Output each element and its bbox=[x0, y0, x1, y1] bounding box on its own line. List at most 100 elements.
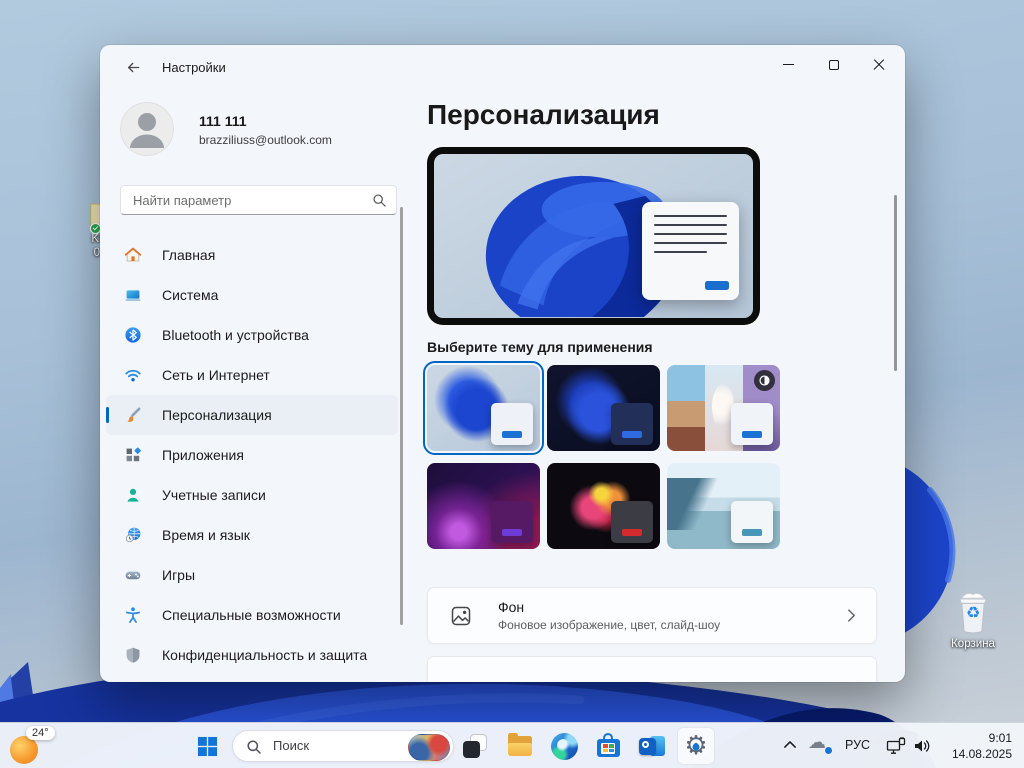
maximize-button[interactable] bbox=[811, 49, 856, 80]
edge-icon bbox=[551, 733, 578, 760]
settings-search-input[interactable] bbox=[121, 186, 396, 214]
theme-preview-screen bbox=[434, 154, 753, 318]
person-icon bbox=[120, 102, 174, 156]
sidebar-item-accessibility[interactable]: Специальные возможности bbox=[106, 595, 398, 635]
outlook-icon bbox=[639, 733, 666, 760]
sidebar-item-network[interactable]: Сеть и Интернет bbox=[106, 355, 398, 395]
image-icon bbox=[450, 605, 472, 627]
search-icon bbox=[372, 193, 387, 208]
theme-thumbnail-contrast[interactable] bbox=[667, 365, 780, 451]
sidebar-item-label: Конфиденциальность и защита bbox=[162, 647, 367, 663]
gamepad-icon bbox=[124, 566, 142, 584]
task-view-icon bbox=[462, 733, 488, 759]
windows-logo-icon bbox=[197, 736, 218, 757]
sample-text-line bbox=[654, 215, 727, 217]
sidebar-item-label: Персонализация bbox=[162, 407, 272, 423]
clock[interactable]: 9:01 14.08.2025 bbox=[934, 730, 1012, 762]
content-scrollbar[interactable] bbox=[894, 195, 897, 371]
theme-panel bbox=[667, 365, 705, 451]
start-button[interactable] bbox=[188, 727, 226, 765]
tray-chevron-up-icon[interactable] bbox=[782, 737, 798, 753]
back-arrow-icon bbox=[126, 60, 141, 75]
personalization-icon bbox=[124, 406, 142, 424]
settings-app-button[interactable]: ⚙ bbox=[677, 727, 715, 765]
sidebar-item-personalization[interactable]: Персонализация bbox=[106, 395, 398, 435]
theme-thumbnail-lake[interactable] bbox=[667, 463, 780, 549]
close-icon bbox=[873, 59, 885, 71]
language-indicator[interactable]: РУС bbox=[845, 738, 870, 752]
sidebar-item-system[interactable]: Система bbox=[106, 275, 398, 315]
microsoft-store-button[interactable] bbox=[589, 727, 627, 765]
weather-temperature[interactable]: 24° bbox=[26, 726, 55, 740]
onedrive-status-badge bbox=[824, 746, 833, 755]
close-button[interactable] bbox=[856, 49, 901, 80]
sidebar-item-label: Учетные записи bbox=[162, 487, 266, 503]
sample-accent-button bbox=[705, 281, 729, 290]
sidebar-item-gaming[interactable]: Игры bbox=[106, 555, 398, 595]
sidebar-item-label: Игры bbox=[162, 567, 195, 583]
time-language-icon bbox=[124, 526, 142, 544]
sidebar-item-label: Специальные возможности bbox=[162, 607, 341, 623]
sidebar-item-apps[interactable]: Приложения bbox=[106, 435, 398, 475]
network-tray-icon[interactable] bbox=[886, 736, 906, 756]
theme-thumbnail-purple-glow[interactable] bbox=[427, 463, 540, 549]
onedrive-tray-icon[interactable]: ☁ bbox=[808, 732, 832, 756]
user-name: 111 111 bbox=[199, 113, 247, 129]
theme-accent-pill bbox=[742, 529, 762, 536]
chevron-right-icon bbox=[847, 608, 856, 623]
background-settings-card[interactable]: Фон Фоновое изображение, цвет, слайд-шоу bbox=[427, 587, 877, 644]
sidebar-item-label: Приложения bbox=[162, 447, 244, 463]
sidebar-item-bluetooth[interactable]: Bluetooth и устройства bbox=[106, 315, 398, 355]
sidebar-item-accounts[interactable]: Учетные записи bbox=[106, 475, 398, 515]
window-title: Настройки bbox=[162, 60, 226, 75]
card-title: Фон bbox=[498, 599, 524, 615]
next-settings-card-partial[interactable] bbox=[427, 656, 877, 682]
theme-thumbnail-light-bloom[interactable] bbox=[427, 365, 540, 451]
theme-accent-pill bbox=[622, 529, 642, 536]
sample-window-card bbox=[642, 202, 739, 300]
accounts-icon bbox=[124, 486, 142, 504]
sidebar-item-privacy[interactable]: Конфиденциальность и защита bbox=[106, 635, 398, 675]
sidebar-item-time-language[interactable]: Время и язык bbox=[106, 515, 398, 555]
page-title: Персонализация bbox=[427, 99, 660, 131]
sidebar-item-home[interactable]: Главная bbox=[106, 235, 398, 275]
sidebar-scrollbar[interactable] bbox=[400, 207, 403, 625]
task-view-button[interactable] bbox=[456, 727, 494, 765]
outlook-button[interactable] bbox=[633, 727, 671, 765]
sidebar-nav: Главная Система Bluetooth bbox=[106, 235, 400, 675]
file-explorer-button[interactable] bbox=[501, 727, 539, 765]
theme-thumbnail-dark-bloom[interactable] bbox=[547, 365, 660, 451]
minimize-icon bbox=[783, 64, 794, 65]
weather-widget-icon[interactable] bbox=[10, 736, 38, 764]
store-icon bbox=[596, 733, 621, 759]
theme-grid bbox=[427, 365, 787, 549]
tray-time: 9:01 bbox=[934, 730, 1012, 746]
edge-browser-button[interactable] bbox=[545, 727, 583, 765]
taskbar-search[interactable]: Поиск bbox=[232, 730, 454, 762]
folder-icon bbox=[507, 735, 533, 757]
theme-preview-card bbox=[611, 501, 653, 543]
theme-thumbnail-flower[interactable] bbox=[547, 463, 660, 549]
search-icon bbox=[246, 739, 262, 755]
minimize-button[interactable] bbox=[766, 49, 811, 80]
tray-date: 14.08.2025 bbox=[934, 746, 1012, 762]
back-button[interactable] bbox=[118, 54, 148, 80]
volume-tray-icon[interactable] bbox=[912, 736, 932, 756]
settings-search bbox=[120, 185, 397, 215]
sidebar-item-label: Главная bbox=[162, 247, 215, 263]
avatar[interactable] bbox=[120, 102, 174, 156]
wifi-icon bbox=[124, 366, 142, 384]
home-icon bbox=[124, 246, 142, 264]
sample-text-line bbox=[654, 224, 727, 226]
maximize-icon bbox=[829, 60, 839, 70]
theme-accent-pill bbox=[742, 431, 762, 438]
gear-icon: ⚙ bbox=[682, 732, 710, 760]
search-label: Поиск bbox=[273, 738, 309, 753]
sample-text-line bbox=[654, 251, 707, 253]
user-email: brazziliuss@outlook.com bbox=[199, 133, 332, 147]
contrast-badge-icon bbox=[754, 370, 775, 391]
theme-accent-pill bbox=[502, 529, 522, 536]
sample-text-line bbox=[654, 233, 727, 235]
desktop-icon-recycle-bin[interactable]: ♻ Корзина bbox=[944, 590, 1002, 650]
sample-text-line bbox=[654, 242, 727, 244]
